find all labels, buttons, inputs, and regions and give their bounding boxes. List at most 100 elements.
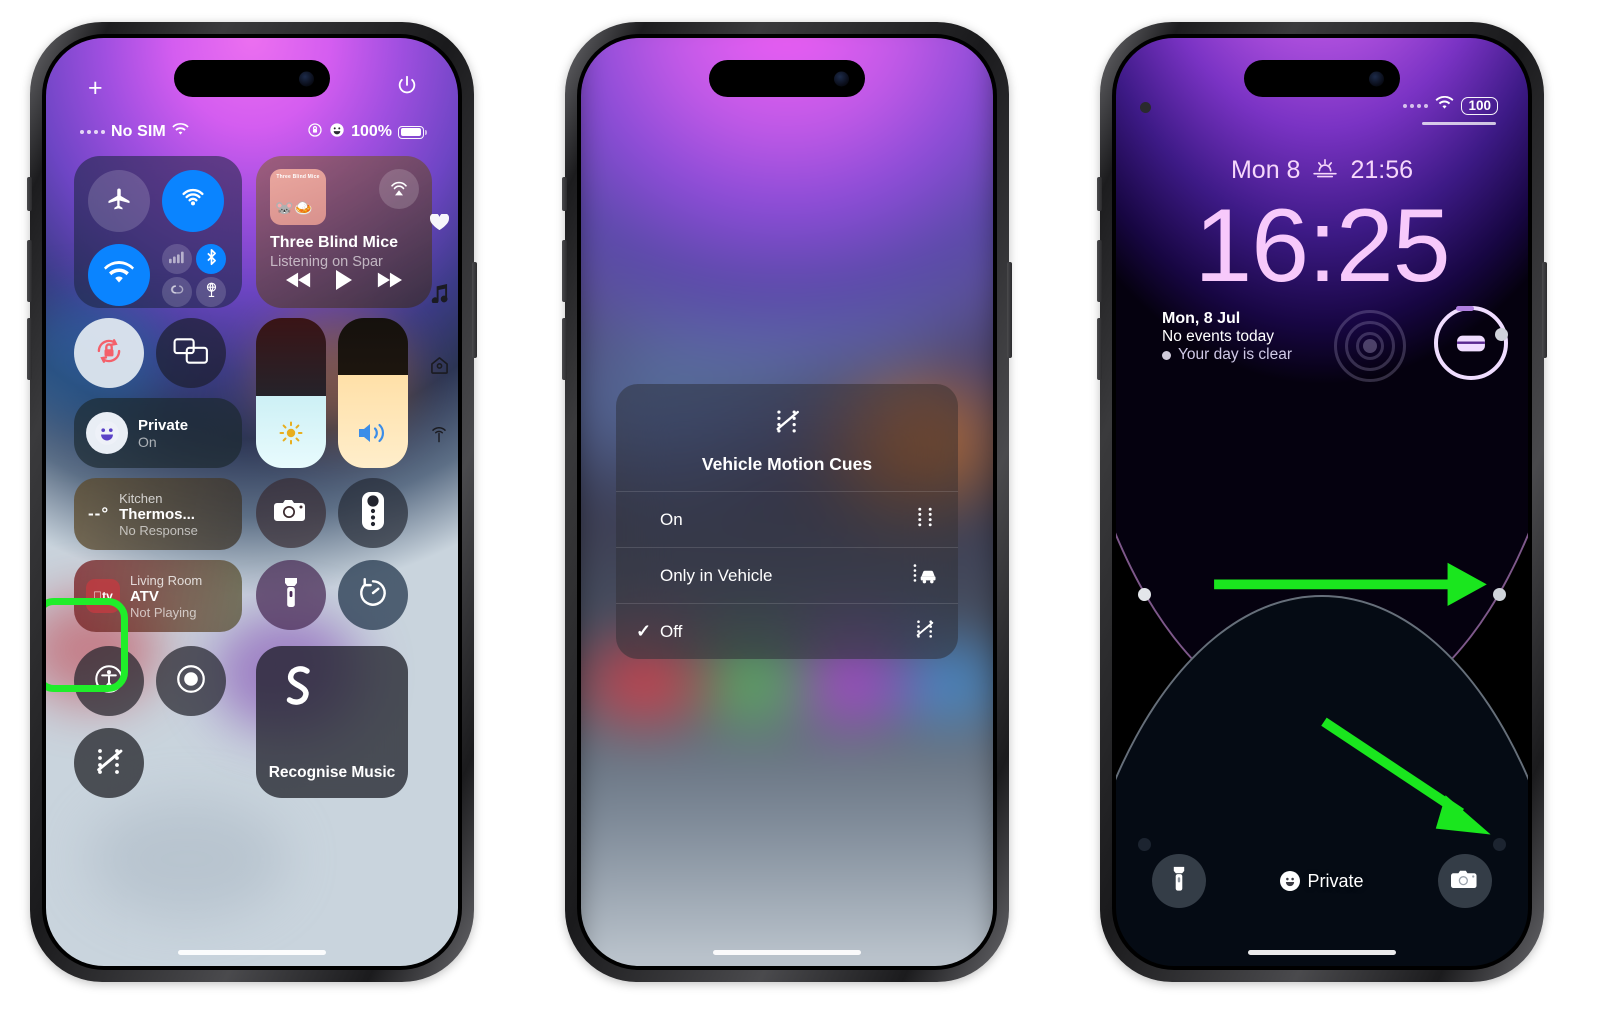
thermostat-value: --° xyxy=(88,504,110,523)
thermostat-room: Kitchen xyxy=(119,490,163,506)
rewind-icon[interactable] xyxy=(285,271,312,294)
rotation-lock-icon xyxy=(307,122,323,143)
lock-screen-clock: 16:25 xyxy=(1194,188,1450,304)
brightness-sun-icon xyxy=(256,419,326,452)
status-bar: No SIM 100% xyxy=(46,121,458,143)
volume-down-button[interactable] xyxy=(27,318,32,380)
screen-mirroring-tile[interactable] xyxy=(156,318,226,388)
status-bar-underline xyxy=(1422,122,1496,125)
apple-tv-remote-tile[interactable] xyxy=(338,478,408,548)
control-centre-page-indicators xyxy=(426,213,452,450)
heart-icon[interactable] xyxy=(429,213,449,236)
playback-controls xyxy=(256,269,432,296)
phone-bezel: + No SIM 100% Three Blind Mice 🐭 🍛 Three… xyxy=(42,34,462,970)
vehicle-motion-cues-tile[interactable] xyxy=(74,728,144,798)
calendar-widget[interactable]: Mon, 8 Jul No events today Your day is c… xyxy=(1162,310,1292,364)
home-indicator[interactable] xyxy=(1248,950,1396,955)
focus-text: Private On xyxy=(138,417,188,450)
home-indicator[interactable] xyxy=(713,950,861,955)
motion-dot-top-right xyxy=(1495,328,1508,341)
phone-2-screen: Vehicle Motion Cues On Only in Vehicle ✓… xyxy=(581,38,993,966)
mute-switch[interactable] xyxy=(27,177,32,211)
vehicle-motion-cues-icon xyxy=(616,404,958,443)
side-power-button[interactable] xyxy=(1542,262,1547,358)
focus-status-pill[interactable]: Private xyxy=(1280,871,1364,892)
camera-tile[interactable] xyxy=(256,478,326,548)
screen-mirroring-icon xyxy=(173,337,209,370)
power-icon[interactable] xyxy=(396,74,418,101)
status-bar-right: 100% xyxy=(307,122,427,143)
side-power-button[interactable] xyxy=(1007,262,1012,358)
add-control-icon[interactable]: + xyxy=(88,76,103,101)
airpods-case-icon[interactable] xyxy=(1434,306,1508,380)
lock-screen-bottom-bar: Private xyxy=(1116,854,1528,908)
focus-smiley-icon xyxy=(329,122,345,143)
screen-recording-tile[interactable] xyxy=(156,646,226,716)
mute-switch[interactable] xyxy=(562,177,567,211)
status-bar-left: No SIM xyxy=(80,123,189,141)
phone-3-screen: 100 Mon 8 21:56 16:25 Mon, 8 Jul No even… xyxy=(1116,38,1528,966)
timer-tile[interactable] xyxy=(338,560,408,630)
focus-smiley-icon xyxy=(86,412,128,454)
lock-screen-date-row: Mon 8 21:56 xyxy=(1116,156,1528,185)
music-note-icon[interactable] xyxy=(431,284,448,308)
airplane-mode-toggle[interactable] xyxy=(88,170,150,232)
vehicle-motion-cues-icon xyxy=(90,742,128,785)
dialog-option-only-in-vehicle[interactable]: Only in Vehicle xyxy=(616,547,958,603)
airdrop-toggle[interactable] xyxy=(162,170,224,232)
bluetooth-toggle[interactable] xyxy=(196,244,226,274)
apple-tv-room: Living Room xyxy=(130,572,203,588)
apple-tv-name: ATV xyxy=(130,587,159,605)
thermostat-status: No Response xyxy=(119,522,198,538)
carrier-label: No SIM xyxy=(111,123,166,140)
shazam-icon xyxy=(274,662,320,713)
sound-rings-icon[interactable] xyxy=(1334,310,1406,382)
recognise-music-tile[interactable]: Recognise Music xyxy=(256,646,408,798)
battery-full-icon xyxy=(398,125,427,139)
rotation-lock-tile[interactable] xyxy=(74,318,144,388)
dynamic-island xyxy=(1244,60,1400,97)
airplay-audio-icon[interactable] xyxy=(379,169,419,209)
cellular-data-toggle[interactable] xyxy=(162,244,192,274)
focus-tile[interactable]: Private On xyxy=(74,398,242,468)
fast-forward-icon[interactable] xyxy=(376,271,403,294)
brightness-slider[interactable] xyxy=(256,318,326,468)
volume-down-button[interactable] xyxy=(562,318,567,380)
camera-icon xyxy=(274,497,308,530)
connectivity-icon[interactable] xyxy=(429,427,449,450)
mute-switch[interactable] xyxy=(1097,177,1102,211)
motion-dot-bottom-left xyxy=(1138,838,1151,851)
personal-hotspot-toggle[interactable] xyxy=(162,277,192,307)
volume-up-button[interactable] xyxy=(1097,240,1102,302)
wifi-toggle[interactable] xyxy=(88,244,150,306)
volume-up-button[interactable] xyxy=(27,240,32,302)
calendar-status: Your day is clear xyxy=(1162,346,1292,364)
motion-dot-top-left xyxy=(1140,102,1151,113)
thermostat-tile[interactable]: --° Kitchen Thermos... No Response xyxy=(74,478,242,550)
artwork-plate-icon: 🍛 xyxy=(294,200,313,217)
focus-smiley-icon xyxy=(1280,871,1301,891)
now-playing-module[interactable]: Three Blind Mice 🐭 🍛 Three Blind Mice Li… xyxy=(256,156,432,308)
home-icon[interactable] xyxy=(430,356,449,379)
phone-bezel: 100 Mon 8 21:56 16:25 Mon, 8 Jul No even… xyxy=(1112,34,1532,970)
home-indicator[interactable] xyxy=(178,950,326,955)
thermostat-name: Thermos... xyxy=(119,505,195,523)
phone-2-vehicle-motion-cues-dialog: Vehicle Motion Cues On Only in Vehicle ✓… xyxy=(562,22,1012,982)
play-icon[interactable] xyxy=(335,269,353,296)
dialog-option-off[interactable]: ✓ Off xyxy=(616,603,958,659)
flashlight-button[interactable] xyxy=(1152,854,1206,908)
flashlight-tile[interactable] xyxy=(256,560,326,630)
vpn-toggle[interactable] xyxy=(196,277,226,307)
camera-button[interactable] xyxy=(1438,854,1492,908)
vpn-globe-icon xyxy=(203,281,220,303)
front-camera-icon xyxy=(299,71,314,86)
volume-down-button[interactable] xyxy=(1097,318,1102,380)
side-power-button[interactable] xyxy=(472,262,477,358)
volume-slider[interactable] xyxy=(338,318,408,468)
artwork-caption: Three Blind Mice xyxy=(276,174,320,180)
signal-dots-icon xyxy=(80,130,105,134)
dialog-header: Vehicle Motion Cues xyxy=(616,384,958,491)
volume-up-button[interactable] xyxy=(562,240,567,302)
wallpaper-bottom-sphere-ring xyxy=(1116,594,1528,966)
dialog-option-on[interactable]: On xyxy=(616,491,958,547)
